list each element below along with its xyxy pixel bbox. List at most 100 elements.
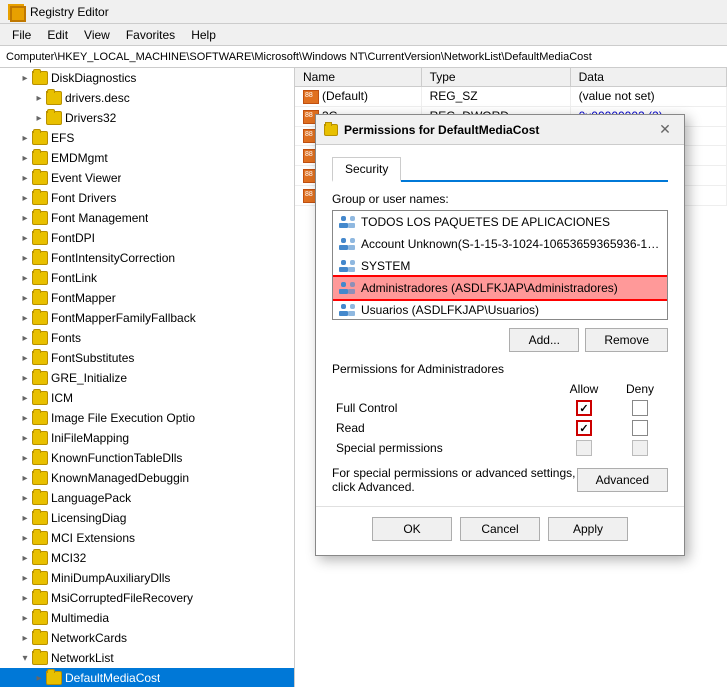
expander-icon[interactable]: ▸ [18,231,32,245]
expander-icon[interactable]: ▸ [18,531,32,545]
tree-item-KnownManagedDebugging[interactable]: ▸KnownManagedDebuggin [0,468,294,488]
user-item-system[interactable]: SYSTEM [333,255,667,277]
expander-icon[interactable]: ▸ [18,171,32,185]
tree-item-FontDPI[interactable]: ▸FontDPI [0,228,294,248]
expander-icon[interactable]: ▸ [18,451,32,465]
expander-icon[interactable]: ▸ [18,391,32,405]
tree-item-DiskDiagnostics[interactable]: ▸DiskDiagnostics [0,68,294,88]
expander-icon[interactable]: ▸ [18,431,32,445]
expander-icon[interactable]: ▸ [18,631,32,645]
user-label: Administradores (ASDLFKJAP\Administrador… [361,281,618,295]
tree-item-FontIntensityCorrection[interactable]: ▸FontIntensityCorrection [0,248,294,268]
folder-icon [32,631,48,645]
tree-item-LicensingDiag[interactable]: ▸LicensingDiag [0,508,294,528]
tree-item-KnownFunctionTableDlls[interactable]: ▸KnownFunctionTableDlls [0,448,294,468]
tree-item-NetworkList[interactable]: ▾NetworkList [0,648,294,668]
remove-button[interactable]: Remove [585,328,668,352]
expander-icon[interactable]: ▸ [18,271,32,285]
expander-icon[interactable]: ▸ [18,591,32,605]
expander-icon[interactable]: ▸ [18,351,32,365]
folder-icon [32,71,48,85]
expander-icon[interactable]: ▸ [18,251,32,265]
perms-table: Allow Deny Full ControlReadSpecial permi… [332,380,668,458]
allow-checkbox[interactable] [576,400,592,416]
expander-icon[interactable]: ▸ [18,611,32,625]
expander-icon[interactable]: ▸ [32,111,46,125]
advanced-button[interactable]: Advanced [577,468,668,492]
address-bar: Computer\HKEY_LOCAL_MACHINE\SOFTWARE\Mic… [0,46,727,68]
folder-icon [32,551,48,565]
dialog-close-button[interactable]: ✕ [654,119,676,141]
expander-icon[interactable]: ▾ [18,651,32,665]
tree-item-FontDrivers[interactable]: ▸Font Drivers [0,188,294,208]
menu-view[interactable]: View [76,26,118,44]
tree-item-label: GRE_Initialize [51,371,127,385]
user-item-todos[interactable]: TODOS LOS PAQUETES DE APLICACIONES [333,211,667,233]
expander-icon[interactable]: ▸ [18,371,32,385]
folder-icon [46,91,62,105]
expander-icon[interactable]: ▸ [18,311,32,325]
expander-icon[interactable]: ▸ [18,551,32,565]
expander-icon[interactable]: ▸ [32,671,46,685]
expander-icon[interactable]: ▸ [18,471,32,485]
menu-help[interactable]: Help [183,26,224,44]
tree-item-MsiCorruptedFileRecovery[interactable]: ▸MsiCorruptedFileRecovery [0,588,294,608]
tree-item-MCIExtensions[interactable]: ▸MCI Extensions [0,528,294,548]
tree-item-Multimedia[interactable]: ▸Multimedia [0,608,294,628]
user-item-usuarios[interactable]: Usuarios (ASDLFKJAP\Usuarios) [333,299,667,320]
table-row[interactable]: (Default)REG_SZ(value not set) [295,87,727,107]
ok-button[interactable]: OK [372,517,452,541]
expander-icon[interactable]: ▸ [18,151,32,165]
tree-item-MCI32[interactable]: ▸MCI32 [0,548,294,568]
tree-item-EMDMgmt[interactable]: ▸EMDMgmt [0,148,294,168]
expander-icon[interactable]: ▸ [18,491,32,505]
tree-item-NetworkCards[interactable]: ▸NetworkCards [0,628,294,648]
expander-icon[interactable]: ▸ [18,511,32,525]
tab-security[interactable]: Security [332,157,401,182]
cancel-button[interactable]: Cancel [460,517,540,541]
tree-item-MiniDumpAuxiliaryDlls[interactable]: ▸MiniDumpAuxiliaryDlls [0,568,294,588]
tree-item-FontManagement[interactable]: ▸Font Management [0,208,294,228]
deny-checkbox[interactable] [632,420,648,436]
expander-icon[interactable]: ▸ [18,211,32,225]
expander-icon[interactable]: ▸ [18,291,32,305]
tree-item-LanguagePack[interactable]: ▸LanguagePack [0,488,294,508]
user-list[interactable]: TODOS LOS PAQUETES DE APLICACIONES Accou… [332,210,668,320]
tree-item-Drivers32[interactable]: ▸Drivers32 [0,108,294,128]
expander-icon[interactable]: ▸ [18,71,32,85]
tree-item-ICM[interactable]: ▸ICM [0,388,294,408]
menu-edit[interactable]: Edit [39,26,76,44]
allow-checkbox[interactable] [576,420,592,436]
expander-icon[interactable]: ▸ [18,411,32,425]
expander-icon[interactable]: ▸ [32,91,46,105]
tree-item-FontMapper[interactable]: ▸FontMapper [0,288,294,308]
tree-item-IniFileMapping[interactable]: ▸IniFileMapping [0,428,294,448]
tree-scroll[interactable]: ▸DiskDiagnostics▸drivers.desc▸Drivers32▸… [0,68,294,687]
tree-item-Fonts[interactable]: ▸Fonts [0,328,294,348]
add-button[interactable]: Add... [509,328,579,352]
expander-icon[interactable]: ▸ [18,571,32,585]
perm-deny-cell [612,438,668,458]
user-item-account_unknown[interactable]: Account Unknown(S-1-15-3-1024-1065365936… [333,233,667,255]
tree-item-EFS[interactable]: ▸EFS [0,128,294,148]
tree-item-GRE_Initialize[interactable]: ▸ GRE_Initialize [0,368,294,388]
tree-item-FontMapperFamilyFallback[interactable]: ▸FontMapperFamilyFallback [0,308,294,328]
expander-icon[interactable]: ▸ [18,191,32,205]
menu-favorites[interactable]: Favorites [118,26,183,44]
tree-item-EventViewer[interactable]: ▸Event Viewer [0,168,294,188]
tree-item-FontSubstitutes[interactable]: ▸FontSubstitutes [0,348,294,368]
apply-button[interactable]: Apply [548,517,628,541]
tree-item-drivers.desc[interactable]: ▸drivers.desc [0,88,294,108]
menu-file[interactable]: File [4,26,39,44]
user-item-administradores[interactable]: Administradores (ASDLFKJAP\Administrador… [333,277,667,299]
tree-item-ImageFileExecutionOpts[interactable]: ▸Image File Execution Optio [0,408,294,428]
tree-item-DefaultMediaCost[interactable]: ▸DefaultMediaCost [0,668,294,687]
col-data: Data [570,68,726,87]
deny-checkbox[interactable] [632,400,648,416]
expander-icon[interactable]: ▸ [18,131,32,145]
expander-icon[interactable]: ▸ [18,331,32,345]
group-label: Group or user names: [332,192,668,206]
reg-data-cell: (value not set) [570,87,726,107]
user-icon [339,258,355,274]
tree-item-FontLink[interactable]: ▸FontLink [0,268,294,288]
